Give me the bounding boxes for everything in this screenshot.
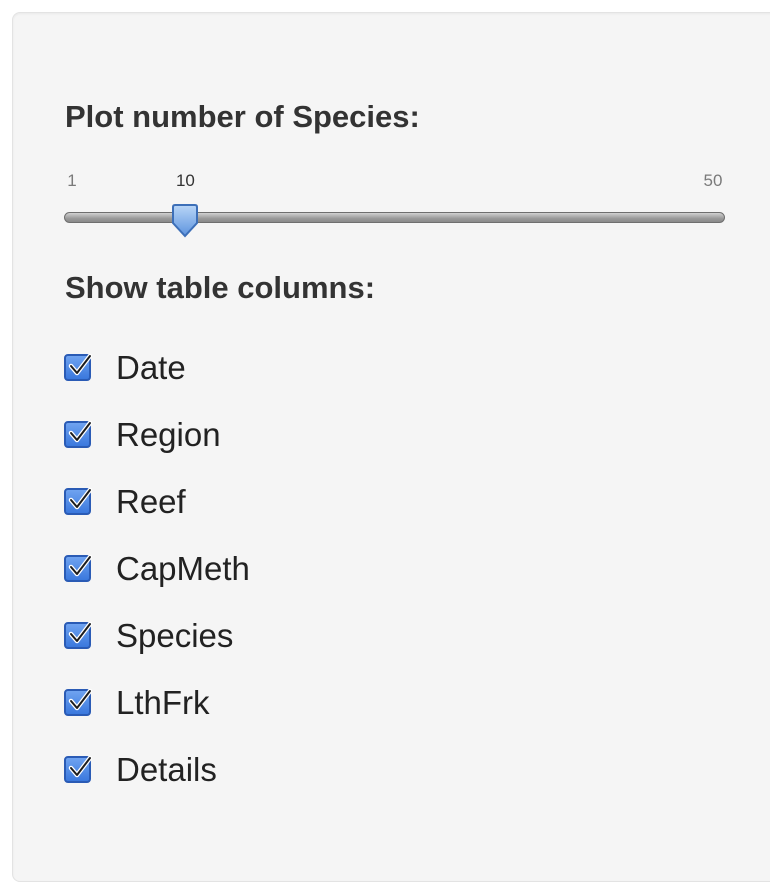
checkbox-lthfrk[interactable]: LthFrk: [64, 669, 250, 736]
checkbox-reef[interactable]: Reef: [64, 468, 250, 535]
species-count-slider[interactable]: 1 10 50: [64, 168, 728, 243]
check-icon: [68, 554, 93, 577]
slider-max-label: 50: [703, 171, 723, 190]
checkbox-label: Reef: [116, 482, 186, 520]
slider-label: Plot number of Species:: [65, 99, 420, 134]
checkbox-input[interactable]: [64, 755, 93, 783]
checkbox-region[interactable]: Region: [64, 401, 250, 468]
checkbox-label: Species: [116, 616, 234, 654]
check-icon: [68, 353, 93, 376]
checkbox-input[interactable]: [64, 554, 93, 582]
checkbox-details[interactable]: Details: [64, 736, 250, 803]
checkbox-input[interactable]: [64, 688, 93, 716]
checkbox-label: Details: [116, 750, 217, 788]
checkbox-species[interactable]: Species: [64, 602, 250, 669]
columns-label: Show table columns:: [65, 270, 376, 305]
checkbox-input[interactable]: [64, 420, 93, 448]
check-icon: [68, 621, 93, 644]
table-columns-checkbox-group: Date Region Reef CapMeth Species LthFrk Detail…: [64, 334, 250, 803]
checkbox-input[interactable]: [64, 353, 93, 381]
checkbox-label: CapMeth: [116, 549, 250, 587]
slider-track[interactable]: [64, 212, 725, 223]
slider-value-label: 10: [175, 171, 195, 190]
checkbox-label: LthFrk: [116, 683, 210, 721]
checkbox-label: Region: [116, 415, 221, 453]
checkbox-input[interactable]: [64, 621, 93, 649]
slider-min-label: 1: [67, 171, 77, 190]
check-icon: [68, 688, 93, 711]
check-icon: [68, 487, 93, 510]
slider-handle[interactable]: [170, 204, 200, 238]
check-icon: [68, 755, 93, 778]
checkbox-label: Date: [116, 348, 186, 386]
checkbox-date[interactable]: Date: [64, 334, 250, 401]
check-icon: [68, 420, 93, 443]
checkbox-input[interactable]: [64, 487, 93, 515]
checkbox-capmeth[interactable]: CapMeth: [64, 535, 250, 602]
slider-handle-icon: [172, 204, 199, 238]
